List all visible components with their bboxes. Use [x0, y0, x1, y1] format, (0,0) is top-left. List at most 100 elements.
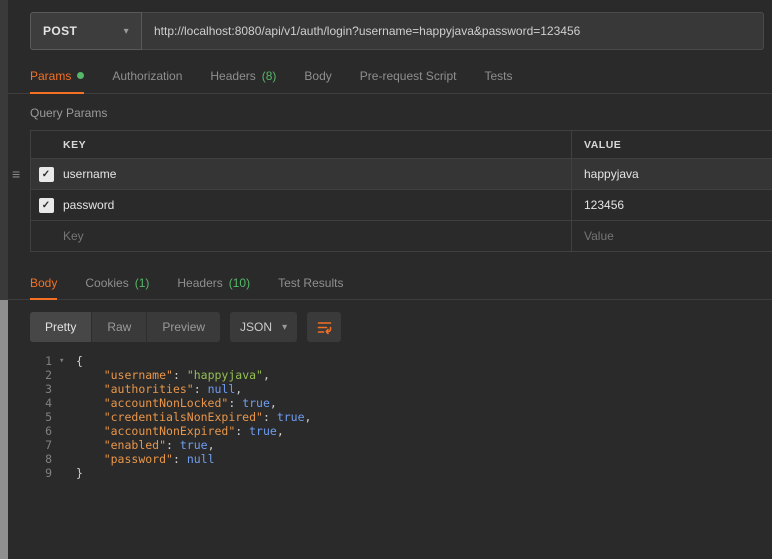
code-line: 7 "enabled": true, — [8, 438, 772, 452]
chevron-down-icon: ▾ — [282, 321, 288, 333]
code-line: 8 "password": null — [8, 452, 772, 466]
param-value[interactable]: 123456 — [571, 190, 772, 220]
line-number: 4 — [45, 396, 52, 410]
line-number: 1 — [45, 354, 52, 368]
param-checkbox[interactable]: ✓ — [38, 197, 54, 213]
header-check-cell — [31, 131, 61, 158]
code-text: } — [76, 466, 83, 480]
code-line: 4 "accountNonLocked": true, — [8, 396, 772, 410]
method-label: POST — [43, 24, 78, 38]
active-tab-underline — [30, 92, 85, 94]
code-line: 2 "username": "happyjava", — [8, 368, 772, 382]
tab-params-label: Params — [30, 68, 72, 83]
param-value[interactable]: happyjava — [571, 159, 772, 189]
fold-gutter — [56, 382, 76, 396]
response-headers-count-badge: (10) — [228, 275, 251, 290]
value-column-header: VALUE — [571, 131, 772, 158]
tab-tests-label: Tests — [484, 68, 513, 83]
mode-pretty-button[interactable]: Pretty — [30, 312, 93, 342]
tab-body-label: Body — [304, 68, 332, 83]
fold-gutter — [56, 368, 76, 382]
code-line: 6 "accountNonExpired": true, — [8, 424, 772, 438]
param-row-new[interactable]: Key Value — [31, 221, 772, 252]
fold-gutter — [56, 410, 76, 424]
sidebar-edge-top — [0, 0, 8, 300]
line-number: 6 — [45, 424, 52, 438]
new-param-key-placeholder[interactable]: Key — [61, 221, 571, 251]
fold-caret-icon[interactable]: ▾ — [56, 354, 76, 368]
format-label: JSON — [240, 320, 273, 334]
cookies-count-badge: (1) — [134, 275, 150, 290]
drag-handle-icon[interactable]: ≡ — [12, 159, 20, 189]
request-tabs: Params Authorization Headers (8) Body Pr… — [8, 58, 772, 94]
param-key[interactable]: password — [61, 190, 571, 220]
response-tab-body-label: Body — [30, 275, 58, 290]
response-tab-body[interactable]: Body — [30, 266, 58, 300]
tab-body[interactable]: Body — [304, 58, 331, 93]
code-text: "credentialsNonExpired": true, — [103, 410, 312, 424]
code-text: { — [76, 354, 83, 368]
wrap-lines-icon — [317, 321, 331, 334]
line-number: 5 — [45, 410, 52, 424]
active-tab-underline — [30, 298, 58, 300]
code-text: "accountNonLocked": true, — [103, 396, 277, 410]
format-dropdown[interactable]: JSON ▾ — [230, 312, 298, 342]
code-text: "authorities": null, — [103, 382, 243, 396]
param-check-cell: ✓ — [31, 190, 61, 220]
query-params-title: Query Params — [30, 106, 108, 120]
tab-prerequest-script[interactable]: Pre-request Script — [360, 58, 457, 93]
code-text: "enabled": true, — [103, 438, 215, 452]
postman-window: POST ▾ Params Authorization Headers (8) … — [0, 0, 772, 559]
code-line: 9} — [8, 466, 772, 480]
line-number: 3 — [45, 382, 52, 396]
line-number: 2 — [45, 368, 52, 382]
check-icon: ✓ — [41, 199, 51, 211]
mode-preview-button[interactable]: Preview — [147, 312, 220, 342]
method-dropdown[interactable]: POST ▾ — [30, 12, 142, 50]
response-tab-headers[interactable]: Headers (10) — [177, 266, 250, 299]
key-column-header: KEY — [63, 138, 87, 151]
param-check-cell — [31, 221, 61, 251]
response-toolbar: Pretty Raw Preview JSON ▾ — [30, 312, 772, 342]
response-tab-test-results[interactable]: Test Results — [278, 266, 343, 299]
param-row-password[interactable]: ✓ password 123456 — [31, 190, 772, 221]
tab-authorization[interactable]: Authorization — [112, 58, 182, 93]
response-tabs: Body Cookies (1) Headers (10) Test Resul… — [8, 266, 772, 300]
tab-authorization-label: Authorization — [112, 68, 183, 83]
code-text: "password": null — [103, 452, 215, 466]
response-tab-headers-label: Headers — [177, 275, 223, 290]
response-tab-cookies[interactable]: Cookies (1) — [85, 266, 149, 299]
code-line: 5 "credentialsNonExpired": true, — [8, 410, 772, 424]
param-check-cell: ✓ — [31, 159, 61, 189]
response-tab-test-results-label: Test Results — [278, 275, 344, 290]
code-text: "username": "happyjava", — [103, 368, 270, 382]
query-params-table: KEY VALUE ≡ ✓ username happyjava ✓ passw… — [12, 130, 772, 252]
params-active-dot-icon — [77, 72, 85, 79]
param-row-username[interactable]: ≡ ✓ username happyjava — [12, 159, 772, 190]
line-number: 7 — [45, 438, 52, 452]
tab-tests[interactable]: Tests — [484, 58, 512, 93]
tab-headers[interactable]: Headers (8) — [210, 58, 276, 93]
view-mode-switch: Pretty Raw Preview — [30, 312, 221, 342]
new-param-value-placeholder[interactable]: Value — [571, 221, 772, 251]
param-key[interactable]: username — [61, 159, 571, 189]
response-code[interactable]: 1 ▾{2 "username": "happyjava", 3 "authorit… — [8, 352, 772, 480]
code-line: 1 ▾{ — [8, 354, 772, 368]
fold-gutter — [56, 396, 76, 410]
fold-gutter — [56, 452, 76, 466]
headers-count-badge: (8) — [261, 68, 277, 83]
check-icon: ✓ — [41, 168, 51, 180]
line-number: 9 — [45, 466, 52, 480]
response-tab-cookies-label: Cookies — [85, 275, 129, 290]
sidebar-edge-scrollbar[interactable] — [0, 300, 8, 559]
request-bar: POST ▾ — [30, 12, 764, 50]
param-checkbox[interactable]: ✓ — [38, 166, 54, 182]
wrap-lines-button[interactable] — [307, 312, 342, 342]
code-text: "accountNonExpired": true, — [103, 424, 284, 438]
mode-raw-button[interactable]: Raw — [92, 312, 148, 342]
fold-gutter — [56, 424, 76, 438]
tab-params[interactable]: Params — [30, 58, 85, 94]
line-number: 8 — [45, 452, 52, 466]
url-input[interactable] — [142, 12, 764, 50]
fold-gutter — [56, 466, 76, 480]
